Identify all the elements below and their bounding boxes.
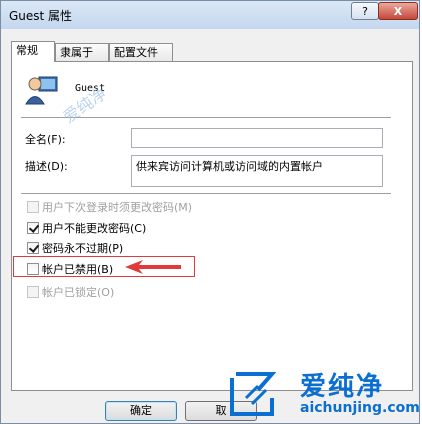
fullname-label: 全名(F): xyxy=(25,133,66,146)
checkbox-cannot-change-password[interactable] xyxy=(27,222,39,234)
watermark-brand: 爱纯净 xyxy=(300,372,385,402)
option-label: 用户下次登录时须更改密码(M) xyxy=(42,201,193,214)
watermark-logo-icon xyxy=(230,372,277,416)
option-cannot-change-password[interactable]: 用户不能更改密码(C) xyxy=(27,220,146,236)
checkbox-must-change-password[interactable] xyxy=(27,201,39,213)
tab-member-of[interactable]: 隶属于 xyxy=(55,43,109,61)
divider-middle xyxy=(21,193,391,195)
tab-profile[interactable]: 配置文件 xyxy=(109,43,173,61)
user-avatar-icon xyxy=(25,76,58,105)
ok-button[interactable]: 确定 xyxy=(105,401,177,421)
window-title: Guest 属性 xyxy=(9,9,73,23)
watermark-url: aichunjing.com xyxy=(300,400,420,416)
option-label: 用户不能更改密码(C) xyxy=(42,222,147,235)
option-must-change-password[interactable]: 用户下次登录时须更改密码(M) xyxy=(27,199,192,215)
checkbox-account-locked[interactable] xyxy=(27,286,39,298)
option-label: 帐户已锁定(O) xyxy=(42,286,115,299)
annotation-arrow-icon xyxy=(125,260,181,274)
help-button[interactable]: ? xyxy=(351,2,379,20)
fullname-input[interactable] xyxy=(131,128,383,148)
properties-dialog: Guest 属性 ? X 常规 隶属于 配置文件 Guest 全名(F): 描述… xyxy=(0,0,420,424)
tab-general[interactable]: 常规 xyxy=(11,41,55,62)
option-account-locked[interactable]: 帐户已锁定(O) xyxy=(27,284,114,300)
option-password-never-expires[interactable]: 密码永不过期(P) xyxy=(27,240,123,256)
title-bar: Guest 属性 ? X xyxy=(1,1,419,29)
option-label: 密码永不过期(P) xyxy=(42,242,124,255)
description-input[interactable]: 供来宾访问计算机或访问域的内置帐户 xyxy=(131,155,383,187)
checkbox-password-never-expires[interactable] xyxy=(27,242,39,254)
description-label: 描述(D): xyxy=(25,160,68,173)
close-button[interactable]: X xyxy=(378,2,418,20)
